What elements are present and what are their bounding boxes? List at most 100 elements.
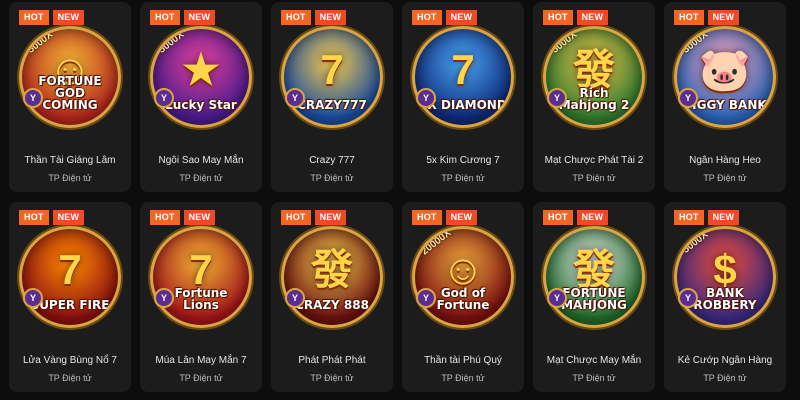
game-thumbnail[interactable]: 5000X ☺ FORTUNE GOD COMING bbox=[19, 26, 121, 128]
mahjong-god-art-icon: 發 bbox=[572, 46, 615, 93]
badge-group: HOT NEW bbox=[543, 10, 609, 25]
game-card[interactable]: HOT NEW 7 Fortune Lions Y Múa Lân May Mắ… bbox=[140, 202, 262, 392]
provider-chip-icon: Y bbox=[678, 88, 698, 108]
new-badge: NEW bbox=[707, 10, 740, 25]
game-thumbnail[interactable]: 7 CRAZY777 bbox=[281, 26, 383, 128]
badge-group: HOT NEW bbox=[674, 210, 740, 225]
new-badge: NEW bbox=[576, 10, 609, 25]
new-badge: NEW bbox=[707, 210, 740, 225]
provider-chip-icon: Y bbox=[678, 288, 698, 308]
hot-badge: HOT bbox=[543, 210, 573, 225]
new-badge: NEW bbox=[183, 10, 216, 25]
new-badge: NEW bbox=[52, 210, 85, 225]
game-thumbnail[interactable]: 7 SUPER FIRE bbox=[19, 226, 121, 328]
hot-badge: HOT bbox=[674, 10, 704, 25]
crazy-888-art-icon: 發 bbox=[310, 246, 353, 293]
provider-chip-icon: Y bbox=[285, 88, 305, 108]
badge-group: HOT NEW bbox=[19, 210, 85, 225]
game-thumbnail[interactable]: 5000X ★ Lucky Star bbox=[150, 26, 252, 128]
game-title[interactable]: Kẻ Cướp Ngân Hàng bbox=[664, 355, 786, 366]
game-card[interactable]: HOT NEW 5000X $ BANK ROBBERY Y Kẻ Cướp N… bbox=[664, 202, 786, 392]
badge-group: HOT NEW bbox=[412, 210, 478, 225]
hot-badge: HOT bbox=[412, 210, 442, 225]
game-card[interactable]: HOT NEW 5000X ☺ FORTUNE GOD COMING Y Thầ… bbox=[9, 2, 131, 192]
hot-badge: HOT bbox=[543, 10, 573, 25]
game-thumbnail[interactable]: 5000X 發 Rich Mahjong 2 bbox=[543, 26, 645, 128]
game-thumbnail[interactable]: 3000X 🐷 PIGGY BANK bbox=[674, 26, 776, 128]
game-title[interactable]: Ngân Hàng Heo bbox=[664, 155, 786, 166]
game-provider: TP Điện tử bbox=[572, 173, 616, 183]
provider-chip-icon: Y bbox=[285, 288, 305, 308]
badge-group: HOT NEW bbox=[543, 210, 609, 225]
game-card[interactable]: HOT NEW 發 FORTUNE MAHJONG Y Mạt Chược Ma… bbox=[533, 202, 655, 392]
mahjong-tile-art-icon: 發 bbox=[572, 246, 615, 293]
game-card[interactable]: HOT NEW 發 CRAZY 888 Y Phát Phát Phát TP … bbox=[271, 202, 393, 392]
hot-badge: HOT bbox=[150, 210, 180, 225]
game-title[interactable]: Thần Tài Giáng Lâm bbox=[9, 155, 131, 166]
game-thumbnail[interactable]: 7 Fortune Lions bbox=[150, 226, 252, 328]
provider-chip-icon: Y bbox=[23, 88, 43, 108]
game-provider: TP Điện tử bbox=[703, 173, 747, 183]
game-provider: TP Điện tử bbox=[310, 373, 354, 383]
badge-group: HOT NEW bbox=[412, 10, 478, 25]
provider-chip-icon: Y bbox=[154, 88, 174, 108]
hot-badge: HOT bbox=[19, 210, 49, 225]
provider-chip-icon: Y bbox=[416, 288, 436, 308]
hot-badge: HOT bbox=[19, 10, 49, 25]
game-thumbnail[interactable]: 發 FORTUNE MAHJONG bbox=[543, 226, 645, 328]
game-title[interactable]: Lửa Vàng Bùng Nổ 7 bbox=[9, 355, 131, 366]
new-badge: NEW bbox=[314, 210, 347, 225]
new-badge: NEW bbox=[52, 10, 85, 25]
game-title[interactable]: Múa Lân May Mắn 7 bbox=[140, 355, 262, 366]
piggy-art-icon: 🐷 bbox=[698, 46, 752, 93]
hot-badge: HOT bbox=[281, 10, 311, 25]
game-title[interactable]: Ngôi Sao May Mắn bbox=[140, 155, 262, 166]
game-title[interactable]: 5x Kim Cương 7 bbox=[402, 155, 524, 166]
game-thumbnail[interactable]: 7 5X DIAMOND bbox=[412, 26, 514, 128]
hot-badge: HOT bbox=[412, 10, 442, 25]
new-badge: NEW bbox=[445, 10, 478, 25]
game-thumbnail[interactable]: 20000X ☺ God of Fortune bbox=[412, 226, 514, 328]
game-provider: TP Điện tử bbox=[441, 373, 485, 383]
game-title[interactable]: Crazy 777 bbox=[271, 155, 393, 166]
badge-group: HOT NEW bbox=[19, 10, 85, 25]
badge-group: HOT NEW bbox=[150, 210, 216, 225]
provider-chip-icon: Y bbox=[547, 88, 567, 108]
game-card[interactable]: HOT NEW 5000X 發 Rich Mahjong 2 Y Mạt Chư… bbox=[533, 2, 655, 192]
diamond-art-icon: 7 bbox=[451, 46, 475, 93]
game-thumbnail[interactable]: 發 CRAZY 888 bbox=[281, 226, 383, 328]
provider-chip-icon: Y bbox=[547, 288, 567, 308]
game-title[interactable]: Mạt Chược May Mắn bbox=[533, 355, 655, 366]
fire-seven-art-icon: 7 bbox=[58, 246, 82, 293]
hot-badge: HOT bbox=[674, 210, 704, 225]
game-title[interactable]: Phát Phát Phát bbox=[271, 355, 393, 366]
game-provider: TP Điện tử bbox=[48, 173, 92, 183]
game-grid: HOT NEW 5000X ☺ FORTUNE GOD COMING Y Thầ… bbox=[0, 0, 800, 400]
game-card[interactable]: HOT NEW 20000X ☺ God of Fortune Y Thần t… bbox=[402, 202, 524, 392]
badge-group: HOT NEW bbox=[150, 10, 216, 25]
game-thumbnail[interactable]: 5000X $ BANK ROBBERY bbox=[674, 226, 776, 328]
game-card[interactable]: HOT NEW 3000X 🐷 PIGGY BANK Y Ngân Hàng H… bbox=[664, 2, 786, 192]
new-badge: NEW bbox=[576, 210, 609, 225]
star-art-icon: ★ bbox=[182, 46, 220, 93]
game-card[interactable]: HOT NEW 7 5X DIAMOND Y 5x Kim Cương 7 TP… bbox=[402, 2, 524, 192]
game-provider: TP Điện tử bbox=[572, 373, 616, 383]
game-card[interactable]: HOT NEW 7 SUPER FIRE Y Lửa Vàng Bùng Nổ … bbox=[9, 202, 131, 392]
game-provider: TP Điện tử bbox=[179, 173, 223, 183]
badge-group: HOT NEW bbox=[281, 210, 347, 225]
hot-badge: HOT bbox=[150, 10, 180, 25]
god-of-fortune-art-icon: ☺ bbox=[441, 246, 485, 293]
lion-art-icon: 7 bbox=[189, 246, 213, 293]
game-provider: TP Điện tử bbox=[310, 173, 354, 183]
game-title[interactable]: Mạt Chược Phát Tài 2 bbox=[533, 155, 655, 166]
badge-group: HOT NEW bbox=[281, 10, 347, 25]
hot-badge: HOT bbox=[281, 210, 311, 225]
new-badge: NEW bbox=[445, 210, 478, 225]
game-card[interactable]: HOT NEW 7 CRAZY777 Y Crazy 777 TP Điện t… bbox=[271, 2, 393, 192]
game-card[interactable]: HOT NEW 5000X ★ Lucky Star Y Ngôi Sao Ma… bbox=[140, 2, 262, 192]
provider-chip-icon: Y bbox=[154, 288, 174, 308]
game-provider: TP Điện tử bbox=[441, 173, 485, 183]
game-title[interactable]: Thần tài Phú Quý bbox=[402, 355, 524, 366]
game-provider: TP Điện tử bbox=[703, 373, 747, 383]
multiplier-label: 5000X bbox=[680, 229, 711, 256]
